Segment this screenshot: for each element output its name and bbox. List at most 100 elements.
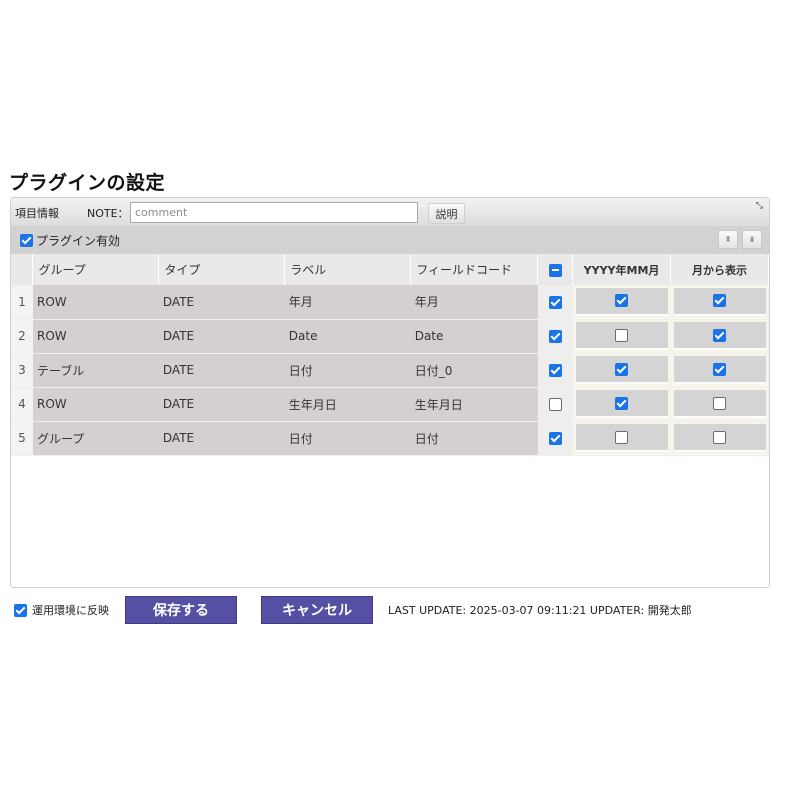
plugin-enable-checkbox[interactable] (20, 234, 33, 247)
table-row[interactable]: 4 ROW DATE 生年月日 生年月日 (11, 387, 769, 422)
cell-label: 日付 (284, 353, 411, 388)
cell-from-month (670, 353, 769, 388)
cell-label: Date (284, 319, 411, 354)
cell-enabled (537, 353, 573, 388)
table-row[interactable]: 1 ROW DATE 年月 年月 (11, 285, 769, 320)
yyyymm-checkbox[interactable] (615, 362, 629, 376)
yyyymm-checkbox[interactable] (615, 430, 629, 444)
move-top-button[interactable]: ⇞ (718, 230, 738, 249)
cell-field-code: Date (410, 319, 538, 354)
yyyymm-checkbox[interactable] (615, 328, 629, 342)
fields-table: グループ タイプ ラベル フィールドコード YYYY年MM月 月から表示 1 RO… (11, 254, 769, 456)
cell-field-code: 日付_0 (410, 353, 538, 388)
row-number: 4 (11, 387, 33, 422)
checkbox-field (673, 287, 766, 316)
row-number: 2 (11, 319, 33, 354)
checkbox-field (673, 424, 766, 452)
cell-type: DATE (158, 319, 285, 354)
from-month-checkbox[interactable] (713, 430, 726, 444)
panel-subbar: プラグイン有効 ⇞ ⇟ (11, 226, 769, 254)
cell-yyyymm (572, 319, 671, 354)
settings-panel: 項目情報 NOTE： 説明 ⤡ プラグイン有効 ⇞ ⇟ グループ タイプ ラベル (10, 197, 770, 588)
cell-from-month (670, 387, 769, 422)
cell-group: テーブル (32, 353, 159, 388)
cell-type: DATE (158, 421, 285, 456)
cell-field-code: 年月 (410, 285, 538, 320)
cell-type: DATE (158, 285, 285, 320)
cell-enabled (537, 421, 573, 456)
cell-group: ROW (32, 285, 159, 320)
select-all-checkbox[interactable] (548, 263, 562, 277)
table-row[interactable]: 2 ROW DATE Date Date (11, 319, 769, 354)
cell-from-month (670, 319, 769, 354)
header-from-month: 月から表示 (670, 254, 769, 285)
expand-icon[interactable]: ⤡ (756, 201, 763, 211)
deploy-label: 運用環境に反映 (32, 604, 109, 617)
cell-yyyymm (572, 387, 671, 422)
cell-enabled (537, 319, 573, 354)
checkbox-field (575, 287, 668, 316)
cell-field-code: 生年月日 (410, 387, 538, 422)
move-bottom-icon: ⇟ (748, 235, 756, 244)
table-row[interactable]: 3 テーブル DATE 日付 日付_0 (11, 353, 769, 388)
save-button[interactable]: 保存する (125, 596, 237, 624)
move-bottom-button[interactable]: ⇟ (742, 230, 762, 249)
table-header-row: グループ タイプ ラベル フィールドコード YYYY年MM月 月から表示 (11, 254, 769, 285)
from-month-checkbox[interactable] (713, 328, 726, 342)
cell-field-code: 日付 (410, 421, 538, 456)
header-label: ラベル (284, 254, 412, 285)
checkbox-field (673, 322, 766, 350)
move-top-icon: ⇞ (724, 235, 732, 244)
note-input[interactable] (130, 202, 418, 223)
from-month-checkbox[interactable] (713, 396, 726, 410)
row-enabled-checkbox[interactable] (548, 330, 562, 343)
note-label: NOTE： (87, 207, 129, 220)
cell-type: DATE (158, 353, 285, 388)
checkbox-field (575, 424, 668, 452)
from-month-checkbox[interactable] (713, 362, 726, 376)
header-select-all[interactable] (537, 254, 574, 285)
footer-bar: 運用環境に反映 保存する キャンセル LAST UPDATE: 2025-03-… (0, 593, 800, 625)
row-number: 1 (11, 285, 33, 320)
row-enabled-checkbox[interactable] (548, 398, 562, 411)
panel-toolbar: 項目情報 NOTE： 説明 ⤡ (11, 198, 769, 226)
header-yyyymm: YYYY年MM月 (572, 254, 672, 285)
header-group: グループ (32, 254, 160, 285)
cell-group: ROW (32, 319, 159, 354)
last-update-status: LAST UPDATE: 2025-03-07 09:11:21 UPDATER… (388, 604, 692, 617)
cell-yyyymm (572, 285, 671, 320)
help-button[interactable]: 説明 (428, 203, 465, 224)
cell-yyyymm (572, 353, 671, 388)
item-info-label: 項目情報 (15, 207, 59, 220)
header-field-code: フィールドコード (410, 254, 539, 285)
row-enabled-checkbox[interactable] (548, 295, 562, 309)
deploy-checkbox[interactable] (14, 603, 27, 617)
from-month-checkbox[interactable] (713, 294, 726, 308)
cell-group: グループ (32, 421, 159, 456)
page-title: プラグインの設定 (9, 172, 166, 194)
row-number: 3 (11, 353, 33, 388)
checkbox-field (673, 356, 766, 384)
row-enabled-checkbox[interactable] (548, 364, 562, 377)
cell-label: 生年月日 (284, 387, 411, 422)
table-row[interactable]: 5 グループ DATE 日付 日付 (11, 421, 769, 456)
row-number: 5 (11, 421, 33, 456)
cell-type: DATE (158, 387, 285, 422)
cell-yyyymm (572, 421, 671, 456)
deploy-toggle[interactable]: 運用環境に反映 (14, 602, 109, 618)
plugin-enable-label: プラグイン有効 (36, 234, 121, 248)
header-rownum (11, 254, 34, 285)
cell-from-month (670, 285, 769, 320)
row-enabled-checkbox[interactable] (548, 432, 562, 445)
cell-label: 年月 (284, 285, 411, 320)
yyyymm-checkbox[interactable] (615, 396, 629, 410)
cell-enabled (537, 387, 573, 422)
yyyymm-checkbox[interactable] (615, 294, 629, 308)
cell-enabled (537, 285, 573, 320)
plugin-enable-toggle[interactable]: プラグイン有効 (20, 232, 120, 249)
cell-label: 日付 (284, 421, 411, 456)
header-type: タイプ (158, 254, 286, 285)
checkbox-field (575, 322, 668, 350)
checkbox-field (575, 356, 668, 384)
cancel-button[interactable]: キャンセル (261, 596, 373, 624)
